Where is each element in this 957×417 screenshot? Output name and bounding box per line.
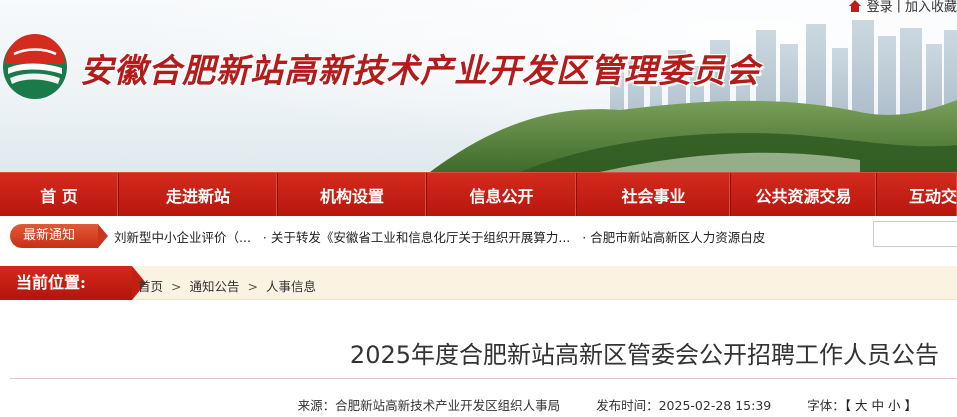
nav-item-home[interactable]: 首 页	[0, 173, 119, 217]
breadcrumb-trail: 首页 > 通知公告 > 人事信息	[138, 276, 316, 295]
nav-item-public-resource[interactable]: 公共资源交易	[731, 173, 877, 217]
article-title: 2025年度合肥新站高新区管委会公开招聘工作人员公告	[349, 341, 939, 369]
ticker-item[interactable]: · 合肥市新站高新区人力资源白皮	[582, 230, 765, 245]
breadcrumb-item-notices[interactable]: 通知公告	[189, 279, 239, 294]
font-large-button[interactable]: 大	[855, 398, 868, 413]
top-links: 登录 | 加入收藏	[847, 0, 957, 15]
add-favorite-link[interactable]: 加入收藏	[905, 0, 957, 15]
header-banner: 安徽合肥新站高新技术产业开发区管理委员会 登录 | 加入收藏	[0, 0, 957, 172]
font-bracket-close: 】	[904, 398, 917, 413]
home-icon	[848, 0, 861, 12]
search-input[interactable]	[873, 221, 957, 247]
article-meta-bar: 来源：合肥新站高新技术产业开发区组织人事局 发布时间：2025-02-28 15…	[10, 378, 957, 417]
publish-date: 2025-02-28 15:39	[658, 398, 772, 413]
site-title: 安徽合肥新站高新技术产业开发区管理委员会	[80, 51, 760, 90]
main-nav: 首 页 走进新站 机构设置 信息公开 社会事业 公共资源交易 互动交	[0, 172, 957, 217]
nav-item-info-public[interactable]: 信息公开	[427, 173, 577, 217]
source-value: 合肥新站高新技术产业开发区组织人事局	[335, 398, 561, 413]
login-link[interactable]: 登录	[867, 0, 893, 15]
ticker-item[interactable]: · 关于转发《安徽省工业和信息化厅关于组织开展算力...	[263, 230, 570, 245]
breadcrumb-separator: >	[171, 279, 182, 294]
source-label: 来源：	[297, 398, 336, 413]
date-label: 发布时间：	[596, 398, 659, 413]
breadcrumb-label: 当前位置:	[0, 266, 146, 300]
nav-item-social[interactable]: 社会事业	[577, 173, 731, 217]
article-meta: 来源：合肥新站高新技术产业开发区组织人事局 发布时间：2025-02-28 15…	[298, 395, 917, 414]
breadcrumb-item-home[interactable]: 首页	[138, 279, 163, 294]
ticker-list: 刘新型中小企业评价（... · 关于转发《安徽省工业和信息化厅关于组织开展算力.…	[114, 227, 844, 245]
ticker-item[interactable]: 刘新型中小企业评价（...	[114, 230, 251, 245]
site-logo[interactable]	[2, 34, 68, 100]
nav-item-organization[interactable]: 机构设置	[278, 173, 427, 217]
breadcrumb-separator: >	[247, 279, 258, 294]
font-size-label: 字体：	[807, 398, 845, 413]
nav-item-about[interactable]: 走进新站	[119, 173, 278, 217]
breadcrumb: 当前位置: 首页 > 通知公告 > 人事信息	[0, 266, 957, 300]
nav-item-interaction[interactable]: 互动交	[877, 173, 957, 217]
breadcrumb-item-personnel[interactable]: 人事信息	[266, 279, 316, 294]
font-small-button[interactable]: 小	[888, 398, 901, 413]
font-bracket-open: 【	[844, 398, 851, 413]
latest-notice-badge: 最新通知	[10, 224, 108, 248]
news-ticker: 最新通知 刘新型中小企业评价（... · 关于转发《安徽省工业和信息化厅关于组织…	[0, 216, 957, 254]
top-link-divider: |	[896, 0, 901, 13]
font-medium-button[interactable]: 中	[871, 398, 884, 413]
